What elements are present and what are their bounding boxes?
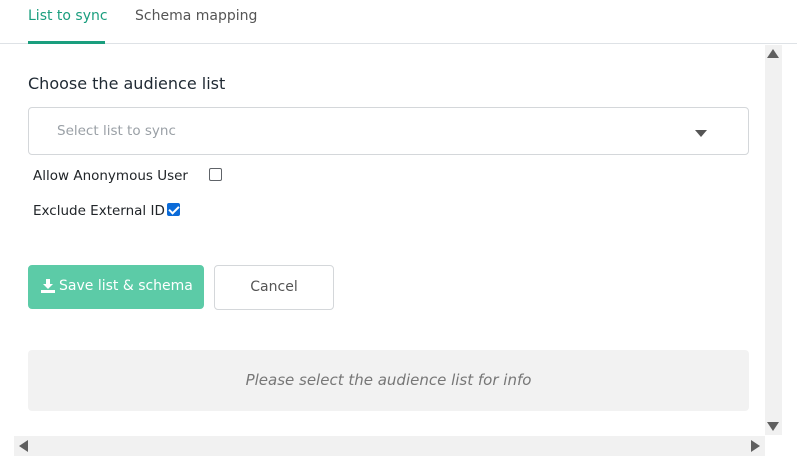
horizontal-scrollbar[interactable] <box>14 436 765 456</box>
scroll-down-icon[interactable] <box>767 422 779 431</box>
save-button[interactable]: Save list & schema <box>28 265 204 309</box>
scroll-right-icon[interactable] <box>751 440 760 452</box>
caret-down-icon <box>695 130 707 137</box>
tab-list-to-sync[interactable]: List to sync <box>28 0 108 44</box>
info-panel: Please select the audience list for info <box>28 350 749 411</box>
exclude-external-checkbox[interactable] <box>167 203 180 216</box>
info-message: Please select the audience list for info <box>245 371 532 389</box>
cancel-button[interactable]: Cancel <box>214 265 334 310</box>
exclude-external-row: Exclude External ID <box>33 200 180 220</box>
scroll-up-icon[interactable] <box>767 49 779 58</box>
vertical-scrollbar[interactable] <box>765 45 782 435</box>
scroll-left-icon[interactable] <box>19 440 28 452</box>
tab-schema-mapping[interactable]: Schema mapping <box>135 0 257 44</box>
allow-anonymous-row: Allow Anonymous User <box>33 165 222 185</box>
audience-list-select[interactable]: Select list to sync <box>28 107 749 155</box>
section-title: Choose the audience list <box>28 74 226 93</box>
exclude-external-label: Exclude External ID <box>33 203 165 219</box>
tab-bar: List to sync Schema mapping <box>0 0 797 44</box>
save-button-label: Save list & schema <box>59 278 193 294</box>
select-placeholder: Select list to sync <box>57 123 176 139</box>
allow-anonymous-checkbox[interactable] <box>209 168 222 181</box>
allow-anonymous-label: Allow Anonymous User <box>33 168 188 184</box>
download-icon <box>41 279 55 293</box>
